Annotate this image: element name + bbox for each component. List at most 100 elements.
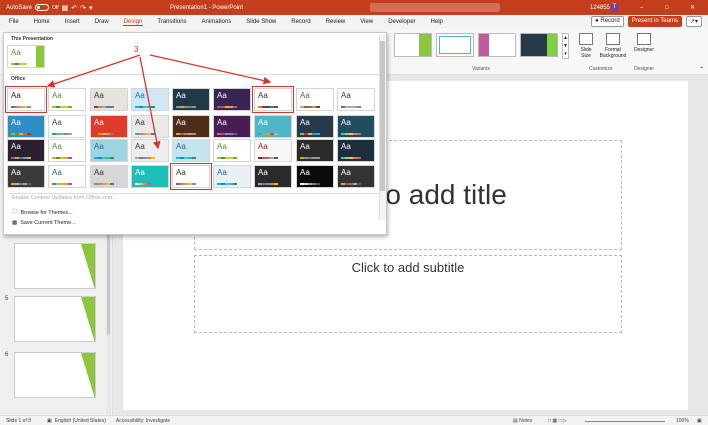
theme-thumbnail[interactable]: Aa [90, 115, 128, 138]
theme-thumbnail[interactable]: Aa [90, 139, 128, 162]
slide-size-button[interactable]: Slide Size [575, 33, 597, 59]
zoom-level[interactable]: 100% [676, 418, 689, 424]
designer-button[interactable]: Designer [632, 33, 656, 53]
theme-thumbnail[interactable]: Aa [213, 139, 251, 162]
theme-thumbnail[interactable]: Aa [296, 139, 334, 162]
folder-icon: 🗀 [12, 209, 18, 215]
tab-review[interactable]: Review [325, 19, 347, 26]
theme-thumbnail[interactable]: Aa [337, 139, 375, 162]
theme-color-swatches [300, 157, 320, 159]
theme-thumbnail[interactable]: Aa [172, 115, 210, 138]
variants-group-label: Variants [472, 66, 490, 72]
redo-icon[interactable]: ↷ [80, 4, 86, 12]
tab-animations[interactable]: Animations [201, 19, 233, 26]
zoom-slider[interactable] [585, 421, 665, 422]
theme-thumbnail[interactable]: Aa [213, 115, 251, 138]
view-buttons[interactable]: □ ▦ □ ▷ [548, 418, 567, 424]
minimize-icon[interactable]: – [640, 5, 643, 11]
record-button[interactable]: ● Record [591, 16, 624, 27]
fit-slide-icon[interactable]: ▣ [697, 418, 702, 424]
save-icon[interactable]: ▩ [62, 4, 69, 12]
window-title: Presentation1 - PowerPoint [170, 4, 244, 11]
tab-record[interactable]: Record [290, 19, 311, 26]
search-box[interactable] [370, 3, 500, 12]
theme-thumbnail[interactable]: Aa [337, 88, 375, 111]
slide-thumbnail-5[interactable] [14, 296, 96, 342]
current-theme-thumbnail[interactable]: Aa [7, 45, 45, 68]
present-in-teams-button[interactable]: Present in Teams [627, 16, 682, 27]
theme-thumbnail[interactable]: Aa [254, 165, 292, 188]
tab-draw[interactable]: Draw [94, 19, 110, 26]
theme-aa: Aa [94, 168, 104, 177]
tab-help[interactable]: Help [430, 19, 444, 26]
theme-thumbnail[interactable]: Aa [48, 88, 86, 111]
theme-thumbnail[interactable]: Aa [296, 165, 334, 188]
subtitle-placeholder[interactable]: Click to add subtitle [194, 255, 622, 333]
theme-thumbnail[interactable]: Aa [131, 115, 169, 138]
enable-content-updates-item: Enable Content Updates from Office.com..… [12, 195, 117, 201]
theme-color-swatches [94, 133, 114, 135]
theme-thumbnail[interactable]: Aa [90, 165, 128, 188]
tab-home[interactable]: Home [33, 19, 51, 26]
slide-thumbnail-4[interactable] [14, 243, 96, 289]
spellcheck-icon[interactable]: ▣ [47, 418, 52, 424]
theme-thumbnail[interactable]: Aa [131, 139, 169, 162]
theme-thumbnail[interactable]: Aa [337, 165, 375, 188]
theme-thumbnail[interactable]: Aa [254, 139, 292, 162]
theme-thumbnail[interactable]: Aa [213, 165, 251, 188]
variants-more-button[interactable]: ▲ ▼ ▾ [562, 33, 569, 59]
theme-thumbnail[interactable]: Aa [7, 165, 45, 188]
undo-icon[interactable]: ↶ [71, 4, 77, 12]
notes-button[interactable]: ▤ Notes [513, 418, 532, 424]
theme-thumbnail[interactable]: Aa [172, 139, 210, 162]
annotation-label: 3 [134, 45, 139, 54]
avatar[interactable]: T [610, 3, 619, 12]
format-background-button[interactable]: Format Background [598, 33, 628, 59]
theme-color-swatches [258, 133, 278, 135]
theme-thumbnail[interactable]: Aa [131, 165, 169, 188]
theme-thumbnail[interactable]: Aa [131, 88, 169, 111]
save-current-theme-label: Save Current Theme... [20, 220, 76, 226]
theme-thumbnail[interactable]: Aa [296, 115, 334, 138]
tab-slide-show[interactable]: Slide Show [245, 19, 277, 26]
slide-number: 6 [5, 352, 9, 358]
theme-thumbnail[interactable]: Aa [7, 139, 45, 162]
variant-4[interactable] [520, 33, 558, 57]
theme-thumbnail[interactable]: Aa [48, 165, 86, 188]
language-label[interactable]: English (United States) [55, 418, 106, 424]
tab-developer[interactable]: Developer [387, 19, 416, 26]
theme-thumbnail[interactable]: Aa [296, 88, 334, 111]
autosave-toggle[interactable] [35, 4, 50, 11]
theme-color-swatches [94, 106, 114, 108]
share-button[interactable]: ↗▾ [685, 16, 702, 27]
maximize-icon[interactable]: □ [665, 5, 669, 11]
theme-aa: Aa [300, 91, 310, 100]
browse-for-themes-item[interactable]: 🗀 Browse for Themes... [12, 208, 73, 217]
variant-2[interactable] [436, 33, 474, 57]
theme-gallery-scroll-thumb[interactable] [380, 41, 385, 191]
tab-file[interactable]: File [8, 19, 20, 26]
variant-1[interactable] [394, 33, 432, 57]
tab-insert[interactable]: Insert [64, 19, 81, 26]
variant-3[interactable] [478, 33, 516, 57]
theme-thumbnail[interactable]: Aa [48, 139, 86, 162]
slide-thumbnail-6[interactable] [14, 352, 96, 398]
user-id: 124855 [590, 4, 611, 11]
theme-thumbnail[interactable]: Aa [48, 115, 86, 138]
theme-thumbnail[interactable]: Aa [7, 115, 45, 138]
customize-qat-icon[interactable]: ▾ [89, 4, 93, 12]
close-icon[interactable]: ✕ [690, 4, 695, 11]
theme-thumbnail[interactable]: Aa [213, 88, 251, 111]
theme-thumbnail[interactable]: Aa [172, 88, 210, 111]
tab-view[interactable]: View [359, 19, 374, 26]
theme-thumbnail[interactable]: Aa [254, 115, 292, 138]
theme-thumbnail[interactable]: Aa [337, 115, 375, 138]
theme-aa: Aa [217, 91, 227, 100]
collapse-ribbon-icon[interactable]: ⌃ [699, 66, 704, 73]
tab-transitions[interactable]: Transitions [156, 19, 187, 26]
tab-design[interactable]: Design [122, 19, 144, 26]
accessibility-status[interactable]: Accessibility: Investigate [116, 418, 170, 424]
this-presentation-heading: This Presentation [11, 36, 53, 42]
save-current-theme-item[interactable]: ▩ Save Current Theme... [12, 220, 76, 226]
theme-thumbnail[interactable]: Aa [90, 88, 128, 111]
